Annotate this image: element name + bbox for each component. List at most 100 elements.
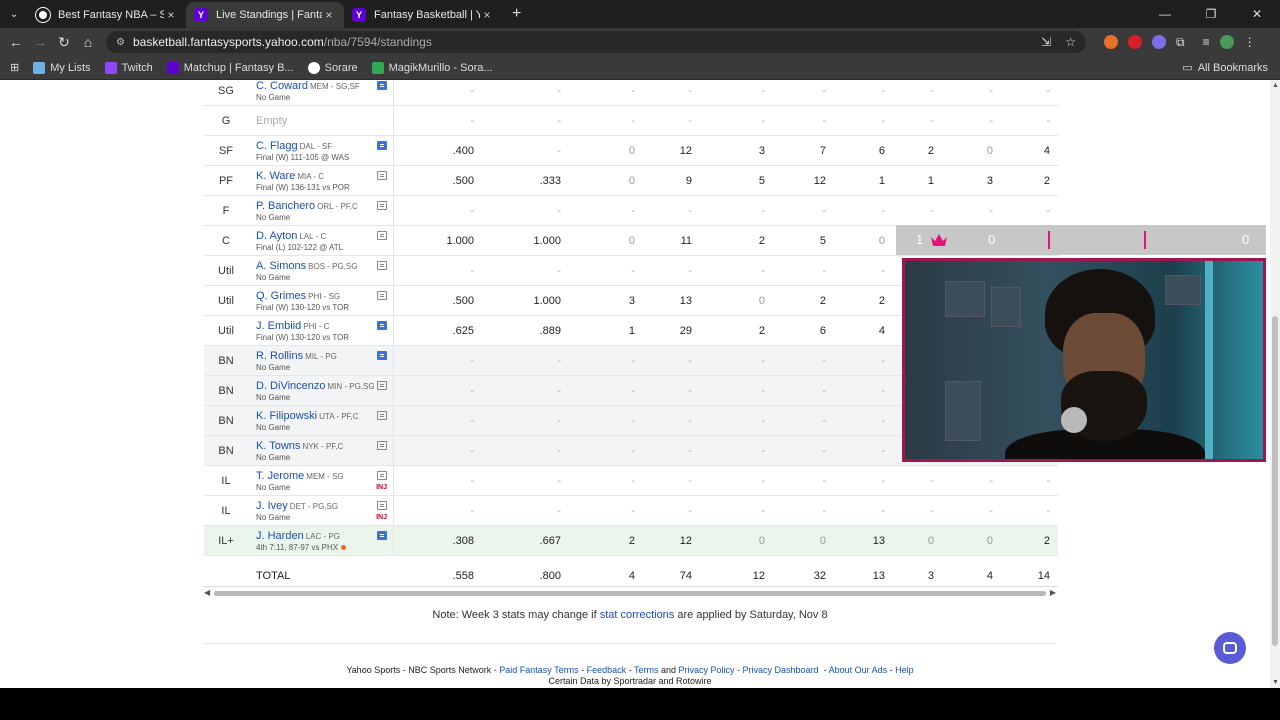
tab-sorare[interactable]: Best Fantasy NBA – Sorare NBA × [28,2,186,28]
footer-link[interactable]: Privacy Policy [679,665,735,675]
player-note-icon[interactable] [377,531,387,540]
url-field[interactable]: ⚙ basketball.fantasysports.yahoo.com/nba… [106,31,1086,53]
extension-icon[interactable] [1104,35,1118,49]
all-bookmarks[interactable]: ▭ All Bookmarks [1182,61,1268,75]
scroll-left-icon[interactable]: ◀ [204,588,210,597]
reading-list-icon[interactable]: ≡ [1203,35,1210,49]
player-note-icon[interactable] [377,501,387,510]
player-name-link[interactable]: J. Ivey DET - PG,SG [256,500,338,512]
player-name-link[interactable]: K. Filipowski UTA - PF,C [256,410,359,422]
restore-icon[interactable]: ❐ [1188,7,1234,21]
player-note-icon[interactable] [377,441,387,450]
position-slot[interactable]: C [204,226,248,256]
position-slot[interactable]: IL [204,466,248,496]
tab-live-standings[interactable]: Y Live Standings | Fantasy Basketb × [186,2,344,28]
player-name-link[interactable]: D. Ayton LAL - C [256,230,326,242]
player-name[interactable]: R. Rollins [256,350,303,362]
position-slot[interactable]: Util [204,316,248,346]
player-note-icon[interactable] [377,261,387,270]
new-tab-button[interactable]: + [512,5,521,23]
bookmark-twitch[interactable]: Twitch [104,61,153,74]
close-window-icon[interactable]: ✕ [1234,7,1280,21]
bookmark-matchup[interactable]: Matchup | Fantasy B... [166,61,294,74]
position-slot[interactable]: PF [204,166,248,196]
position-slot[interactable]: BN [204,436,248,466]
player-name-link[interactable]: Q. Grimes PHI - SG [256,290,340,302]
player-name[interactable]: K. Towns [256,440,300,452]
player-name-link[interactable]: K. Towns NYK - PF,C [256,440,343,452]
player-name[interactable]: D. DiVincenzo [256,380,326,392]
player-note-icon[interactable] [377,291,387,300]
close-icon[interactable]: × [322,8,336,22]
position-slot[interactable]: IL [204,496,248,526]
position-slot[interactable]: F [204,196,248,226]
footer-link[interactable]: Paid Fantasy Terms [499,665,578,675]
position-slot[interactable]: BN [204,376,248,406]
player-name-link[interactable]: K. Ware MIA - C [256,170,324,182]
player-name-link[interactable]: R. Rollins MIL - PG [256,350,337,362]
player-name[interactable]: K. Ware [256,170,295,182]
player-name[interactable]: T. Jerome [256,470,304,482]
install-icon[interactable]: ⇲ [1041,35,1051,49]
player-name[interactable]: C. Flagg [256,140,298,152]
position-slot[interactable]: G [204,106,248,136]
minimize-icon[interactable]: — [1142,7,1188,21]
player-name-link[interactable]: C. Flagg DAL - SF [256,140,332,152]
position-slot[interactable]: IL+ [204,526,248,556]
bookmark-my-lists[interactable]: My Lists [33,61,91,74]
player-name-link[interactable]: A. Simons BOS - PG,SG [256,260,357,272]
forward-icon[interactable]: → [28,34,52,50]
close-icon[interactable]: × [480,8,494,22]
player-note-icon[interactable] [377,81,387,90]
bookmark-star-icon[interactable]: ☆ [1065,35,1076,49]
player-name[interactable]: P. Banchero [256,200,315,212]
menu-icon[interactable]: ⋮ [1244,35,1256,49]
player-note-icon[interactable] [377,381,387,390]
chat-button[interactable] [1214,632,1246,664]
player-note-icon[interactable] [377,351,387,360]
player-note-icon[interactable] [377,321,387,330]
player-name-link[interactable]: T. Jerome MEM - SG [256,470,344,482]
footer-link[interactable]: Feedback [587,665,627,675]
stat-corrections-link[interactable]: stat corrections [600,609,675,621]
footer-link[interactable]: Help [895,665,914,675]
tab-search-button[interactable]: ⌄ [4,4,24,24]
apps-icon[interactable]: ⊞ [10,61,19,74]
player-name[interactable]: A. Simons [256,260,306,272]
player-note-icon[interactable] [377,171,387,180]
horizontal-scrollbar[interactable]: ◀ ▶ [204,588,1056,598]
scroll-right-icon[interactable]: ▶ [1050,588,1056,597]
player-name[interactable]: D. Ayton [256,230,297,242]
profile-avatar[interactable] [1219,35,1234,49]
position-slot[interactable]: BN [204,346,248,376]
horizontal-scroll-thumb[interactable] [214,591,1046,596]
reload-icon[interactable]: ↻ [52,34,76,51]
footer-link[interactable]: Terms [634,665,659,675]
position-slot[interactable]: Util [204,286,248,316]
tab-fantasy-basketball[interactable]: Y Fantasy Basketball | Yahoo! Sp × [344,2,502,28]
extension-icon[interactable] [1128,35,1142,49]
footer-link[interactable]: Privacy Dashboard [743,665,819,675]
player-note-icon[interactable] [377,141,387,150]
vertical-scroll-thumb[interactable] [1272,316,1278,646]
site-info-icon[interactable]: ⚙ [116,37,125,48]
player-name[interactable]: J. Ivey [256,500,288,512]
player-note-icon[interactable] [377,471,387,480]
player-name-link[interactable]: J. Harden LAC - PG [256,530,340,542]
position-slot[interactable]: Util [204,256,248,286]
player-note-icon[interactable] [377,411,387,420]
bookmark-sorare[interactable]: Sorare [307,61,358,74]
footer-link[interactable]: About Our Ads [829,665,888,675]
vertical-scrollbar[interactable]: ▲ ▼ [1270,80,1280,688]
back-icon[interactable]: ← [4,34,28,50]
extension-icon[interactable] [1152,35,1166,49]
home-icon[interactable]: ⌂ [76,34,100,50]
position-slot[interactable]: SG [204,80,248,106]
player-name[interactable]: K. Filipowski [256,410,317,422]
close-icon[interactable]: × [164,8,178,22]
position-slot[interactable]: SF [204,136,248,166]
scroll-up-icon[interactable]: ▲ [1272,82,1279,89]
position-slot[interactable]: BN [204,406,248,436]
player-name[interactable]: C. Coward [256,80,308,92]
player-name[interactable]: J. Embiid [256,320,301,332]
